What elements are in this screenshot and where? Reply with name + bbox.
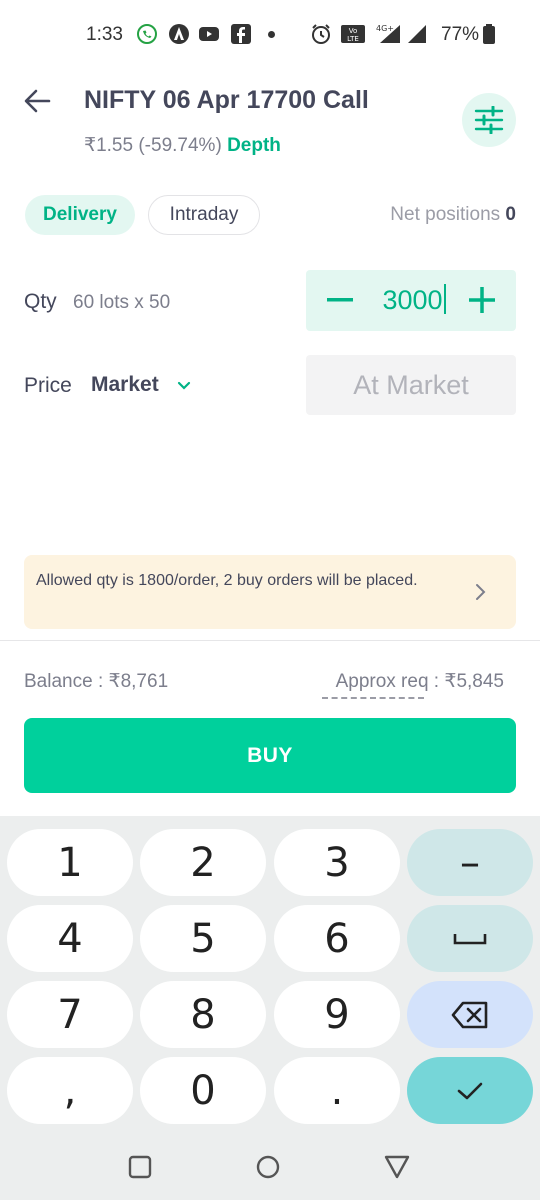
facebook-icon <box>231 24 251 44</box>
key-3[interactable]: 3 <box>274 829 400 896</box>
key-comma[interactable]: , <box>7 1057 133 1124</box>
tab-intraday[interactable]: Intraday <box>148 195 260 235</box>
key-6[interactable]: 6 <box>274 905 400 972</box>
key-2[interactable]: 2 <box>140 829 266 896</box>
notice-text: Allowed qty is 1800/order, 2 buy orders … <box>36 572 418 589</box>
net-positions-value: 0 <box>505 204 516 225</box>
price-input: At Market <box>306 355 516 415</box>
back-arrow-icon[interactable] <box>22 86 52 116</box>
order-settings-button[interactable] <box>462 93 516 147</box>
key-period[interactable]: . <box>274 1057 400 1124</box>
divider <box>0 640 540 641</box>
net-positions: Net positions 0 <box>390 204 516 226</box>
price-type-dropdown[interactable]: Market <box>91 373 159 397</box>
plus-icon <box>469 287 495 313</box>
price-subtitle: ₹1.55 (-59.74%) Depth <box>84 134 281 157</box>
net-positions-label: Net positions <box>390 204 501 225</box>
approx-underline <box>322 697 424 699</box>
numeric-keyboard: 1 2 3 – 4 5 6 7 8 9 , 0 . <box>0 816 540 1134</box>
svg-text:Vo: Vo <box>349 27 358 35</box>
signal-icon <box>408 25 426 43</box>
navigation-bar <box>0 1134 540 1200</box>
youtube-icon <box>199 27 219 41</box>
key-minus[interactable]: – <box>407 829 533 896</box>
svg-text:LTE: LTE <box>347 35 359 43</box>
minus-icon <box>327 298 353 302</box>
key-5[interactable]: 5 <box>140 905 266 972</box>
quantity-stepper: 3000 <box>306 270 516 331</box>
key-1[interactable]: 1 <box>7 829 133 896</box>
space-icon <box>453 933 487 944</box>
status-time: 1:33 <box>86 24 123 45</box>
square-icon[interactable] <box>127 1154 153 1180</box>
battery-icon <box>483 24 495 44</box>
key-0[interactable]: 0 <box>140 1057 266 1124</box>
qty-lots: 60 lots x 50 <box>73 292 171 313</box>
alarm-icon <box>312 24 330 44</box>
approx-required[interactable]: Approx req : ₹5,845 <box>336 670 504 693</box>
qty-value: 3000 <box>382 285 443 315</box>
svg-text:4G+: 4G+ <box>376 24 394 33</box>
circle-icon[interactable] <box>255 1154 281 1180</box>
page-title: NIFTY 06 Apr 17700 Call <box>84 86 369 114</box>
backspace-icon <box>451 1001 488 1028</box>
volte-icon: VoLTE <box>341 25 365 43</box>
price-label: Price <box>24 374 72 397</box>
check-icon <box>457 1082 483 1099</box>
signal-icon: 4G+ <box>376 24 400 43</box>
key-4[interactable]: 4 <box>7 905 133 972</box>
qty-label: Qty <box>24 290 57 313</box>
text-cursor <box>443 284 446 314</box>
depth-link[interactable]: Depth <box>227 135 281 156</box>
battery-percent: 77% <box>441 24 480 45</box>
key-done[interactable] <box>407 1057 533 1124</box>
key-8[interactable]: 8 <box>140 981 266 1048</box>
tab-delivery[interactable]: Delivery <box>25 195 135 235</box>
triangle-icon[interactable] <box>384 1154 410 1180</box>
chevron-down-icon[interactable] <box>176 378 192 394</box>
key-space[interactable] <box>407 905 533 972</box>
status-bar: 1:33 Vo LTE 4G+ 77% <box>0 0 540 70</box>
qty-minus-button[interactable] <box>320 280 360 320</box>
notification-dot <box>268 31 275 38</box>
qty-input[interactable]: 3000 <box>376 284 452 316</box>
buy-button[interactable]: BUY <box>24 718 516 793</box>
balance-text: Balance : ₹8,761 <box>24 671 169 692</box>
price-change: ₹1.55 (-59.74%) <box>84 135 222 156</box>
key-backspace[interactable] <box>407 981 533 1048</box>
app-icon <box>169 24 189 44</box>
whatsapp-icon <box>137 24 157 44</box>
key-9[interactable]: 9 <box>274 981 400 1048</box>
sliders-icon <box>474 106 504 134</box>
order-split-notice[interactable]: Allowed qty is 1800/order, 2 buy orders … <box>24 555 516 629</box>
key-7[interactable]: 7 <box>7 981 133 1048</box>
chevron-right-icon <box>476 584 486 600</box>
qty-plus-button[interactable] <box>462 280 502 320</box>
